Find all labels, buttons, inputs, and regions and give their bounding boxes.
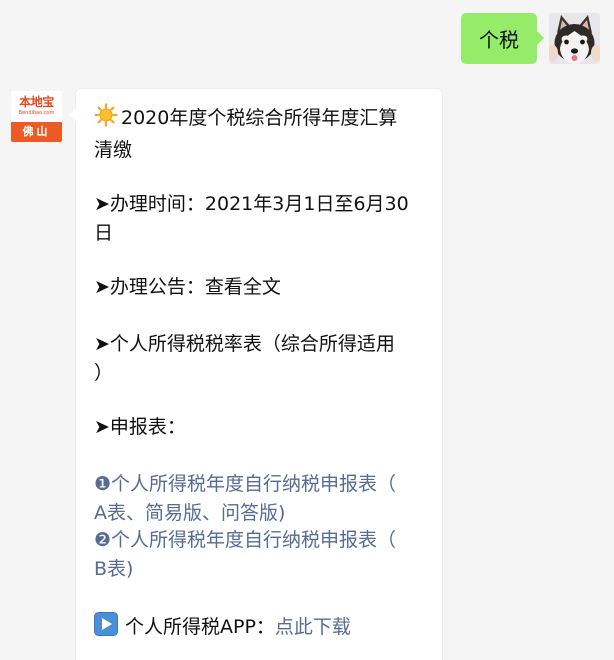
outgoing-message-bubble[interactable]: 个税 [461,13,544,64]
logo-site-text: Bendibao.com [18,110,55,116]
logo-city-text: 佛山 [11,122,62,142]
incoming-message-bubble: 2020年度个税综合所得年度汇算 清缴 ➤办理时间：2021年3月1日至6月30… [69,88,443,660]
app-line: 个人所得税APP：点此下载 [94,612,351,641]
bendibao-foshan-avatar[interactable]: 本地宝 Bendibao.com 佛山 [11,91,62,142]
play-button-emoji-icon [94,612,118,636]
rate-table-line-1[interactable]: ➤个人所得税税率表（综合所得适用 [94,330,395,358]
app-prefix: 个人所得税APP： [125,616,275,638]
form-b-link-line-2[interactable]: B表) [94,555,133,583]
time-line-1: ➤办理时间：2021年3月1日至6月30 [94,193,409,215]
title-line-2: 清缴 [94,139,133,161]
form-b-link-line-1[interactable]: ❷个人所得税年度自行纳税申报表（ [94,526,396,554]
outgoing-message-text: 个税 [479,28,519,52]
rate-table-line-2[interactable]: ） [94,359,113,387]
logo-top: 本地宝 Bendibao.com [11,91,62,122]
form-a-link-line-2[interactable]: A表、简易版、问答版) [94,499,285,527]
form-heading: ➤申报表： [94,416,186,438]
title-line-1: 2020年度个税综合所得年度汇算 [94,103,397,132]
time-line-2: 日 [94,222,114,244]
husky-dog-avatar-icon [549,13,600,64]
sun-emoji-icon [94,103,118,127]
user-avatar[interactable] [549,13,600,64]
form-a-link-line-1[interactable]: ❶个人所得税年度自行纳税申报表（ [94,470,396,498]
logo-brand-text: 本地宝 [19,95,54,109]
notice-link[interactable]: 查看全文 [205,276,281,298]
app-download-link[interactable]: 点此下载 [275,616,351,638]
title-line-1-text: 2020年度个税综合所得年度汇算 [121,107,398,129]
notice-line: ➤办理公告：查看全文 [94,273,281,301]
notice-prefix: ➤办理公告： [94,276,205,298]
